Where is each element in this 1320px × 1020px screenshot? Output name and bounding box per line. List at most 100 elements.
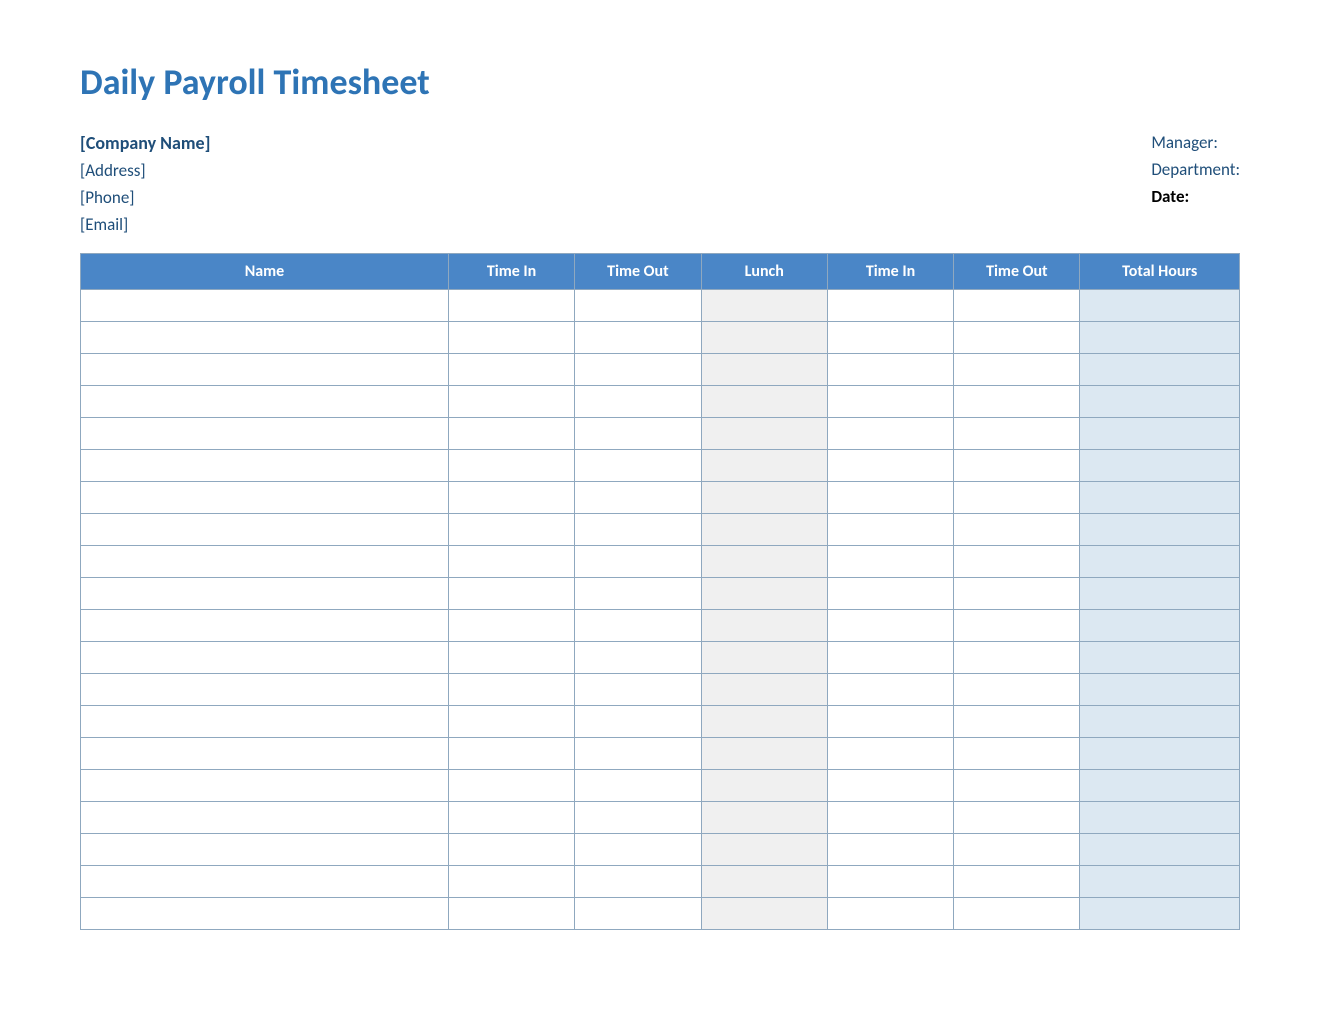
cell-lunch[interactable]: [701, 802, 827, 834]
cell-time-in-2[interactable]: [827, 674, 953, 706]
cell-time-out-2[interactable]: [954, 354, 1080, 386]
cell-time-in-2[interactable]: [827, 322, 953, 354]
cell-lunch[interactable]: [701, 610, 827, 642]
cell-total-hours[interactable]: [1080, 802, 1240, 834]
cell-total-hours[interactable]: [1080, 482, 1240, 514]
cell-name[interactable]: [81, 322, 449, 354]
cell-name[interactable]: [81, 546, 449, 578]
cell-time-in-1[interactable]: [448, 706, 574, 738]
cell-total-hours[interactable]: [1080, 866, 1240, 898]
cell-total-hours[interactable]: [1080, 450, 1240, 482]
cell-name[interactable]: [81, 482, 449, 514]
cell-time-out-1[interactable]: [575, 866, 701, 898]
cell-name[interactable]: [81, 290, 449, 322]
cell-total-hours[interactable]: [1080, 354, 1240, 386]
cell-name[interactable]: [81, 834, 449, 866]
cell-total-hours[interactable]: [1080, 610, 1240, 642]
cell-time-out-1[interactable]: [575, 290, 701, 322]
cell-time-in-2[interactable]: [827, 706, 953, 738]
cell-time-in-2[interactable]: [827, 354, 953, 386]
cell-name[interactable]: [81, 642, 449, 674]
cell-time-in-2[interactable]: [827, 514, 953, 546]
cell-time-out-2[interactable]: [954, 450, 1080, 482]
cell-time-in-2[interactable]: [827, 866, 953, 898]
cell-name[interactable]: [81, 706, 449, 738]
cell-time-out-1[interactable]: [575, 322, 701, 354]
cell-time-out-1[interactable]: [575, 802, 701, 834]
cell-time-in-2[interactable]: [827, 386, 953, 418]
cell-lunch[interactable]: [701, 322, 827, 354]
cell-total-hours[interactable]: [1080, 770, 1240, 802]
cell-time-in-1[interactable]: [448, 546, 574, 578]
cell-time-out-1[interactable]: [575, 738, 701, 770]
cell-time-in-2[interactable]: [827, 770, 953, 802]
cell-time-out-1[interactable]: [575, 706, 701, 738]
cell-name[interactable]: [81, 450, 449, 482]
cell-time-out-2[interactable]: [954, 802, 1080, 834]
cell-lunch[interactable]: [701, 290, 827, 322]
cell-time-out-2[interactable]: [954, 290, 1080, 322]
cell-time-out-2[interactable]: [954, 674, 1080, 706]
cell-time-in-1[interactable]: [448, 322, 574, 354]
cell-lunch[interactable]: [701, 450, 827, 482]
cell-time-out-1[interactable]: [575, 770, 701, 802]
cell-lunch[interactable]: [701, 546, 827, 578]
cell-total-hours[interactable]: [1080, 834, 1240, 866]
cell-total-hours[interactable]: [1080, 738, 1240, 770]
cell-time-in-2[interactable]: [827, 834, 953, 866]
cell-time-out-1[interactable]: [575, 546, 701, 578]
cell-time-in-2[interactable]: [827, 610, 953, 642]
cell-name[interactable]: [81, 770, 449, 802]
cell-total-hours[interactable]: [1080, 642, 1240, 674]
cell-lunch[interactable]: [701, 770, 827, 802]
cell-time-out-1[interactable]: [575, 482, 701, 514]
cell-time-in-1[interactable]: [448, 578, 574, 610]
cell-total-hours[interactable]: [1080, 322, 1240, 354]
cell-time-out-1[interactable]: [575, 674, 701, 706]
cell-time-in-1[interactable]: [448, 738, 574, 770]
cell-lunch[interactable]: [701, 866, 827, 898]
cell-time-out-2[interactable]: [954, 418, 1080, 450]
cell-name[interactable]: [81, 514, 449, 546]
cell-total-hours[interactable]: [1080, 706, 1240, 738]
cell-name[interactable]: [81, 866, 449, 898]
cell-time-out-2[interactable]: [954, 546, 1080, 578]
cell-time-in-1[interactable]: [448, 354, 574, 386]
cell-time-in-2[interactable]: [827, 450, 953, 482]
cell-lunch[interactable]: [701, 642, 827, 674]
cell-lunch[interactable]: [701, 834, 827, 866]
cell-time-out-1[interactable]: [575, 450, 701, 482]
cell-time-out-1[interactable]: [575, 386, 701, 418]
cell-name[interactable]: [81, 802, 449, 834]
cell-time-in-1[interactable]: [448, 642, 574, 674]
cell-total-hours[interactable]: [1080, 546, 1240, 578]
cell-time-out-2[interactable]: [954, 866, 1080, 898]
cell-time-in-2[interactable]: [827, 546, 953, 578]
cell-time-out-1[interactable]: [575, 834, 701, 866]
cell-lunch[interactable]: [701, 898, 827, 930]
cell-time-in-2[interactable]: [827, 802, 953, 834]
cell-time-out-2[interactable]: [954, 770, 1080, 802]
cell-time-in-1[interactable]: [448, 674, 574, 706]
cell-total-hours[interactable]: [1080, 898, 1240, 930]
cell-time-in-2[interactable]: [827, 482, 953, 514]
cell-time-in-1[interactable]: [448, 514, 574, 546]
cell-name[interactable]: [81, 418, 449, 450]
cell-name[interactable]: [81, 386, 449, 418]
cell-lunch[interactable]: [701, 738, 827, 770]
cell-time-out-2[interactable]: [954, 386, 1080, 418]
cell-time-out-1[interactable]: [575, 610, 701, 642]
cell-lunch[interactable]: [701, 514, 827, 546]
cell-time-in-1[interactable]: [448, 482, 574, 514]
cell-time-in-1[interactable]: [448, 834, 574, 866]
cell-time-in-1[interactable]: [448, 418, 574, 450]
cell-time-out-2[interactable]: [954, 898, 1080, 930]
cell-time-in-1[interactable]: [448, 866, 574, 898]
cell-time-out-1[interactable]: [575, 642, 701, 674]
cell-time-out-2[interactable]: [954, 322, 1080, 354]
cell-time-in-1[interactable]: [448, 610, 574, 642]
cell-lunch[interactable]: [701, 354, 827, 386]
cell-lunch[interactable]: [701, 386, 827, 418]
cell-lunch[interactable]: [701, 578, 827, 610]
cell-time-in-2[interactable]: [827, 578, 953, 610]
